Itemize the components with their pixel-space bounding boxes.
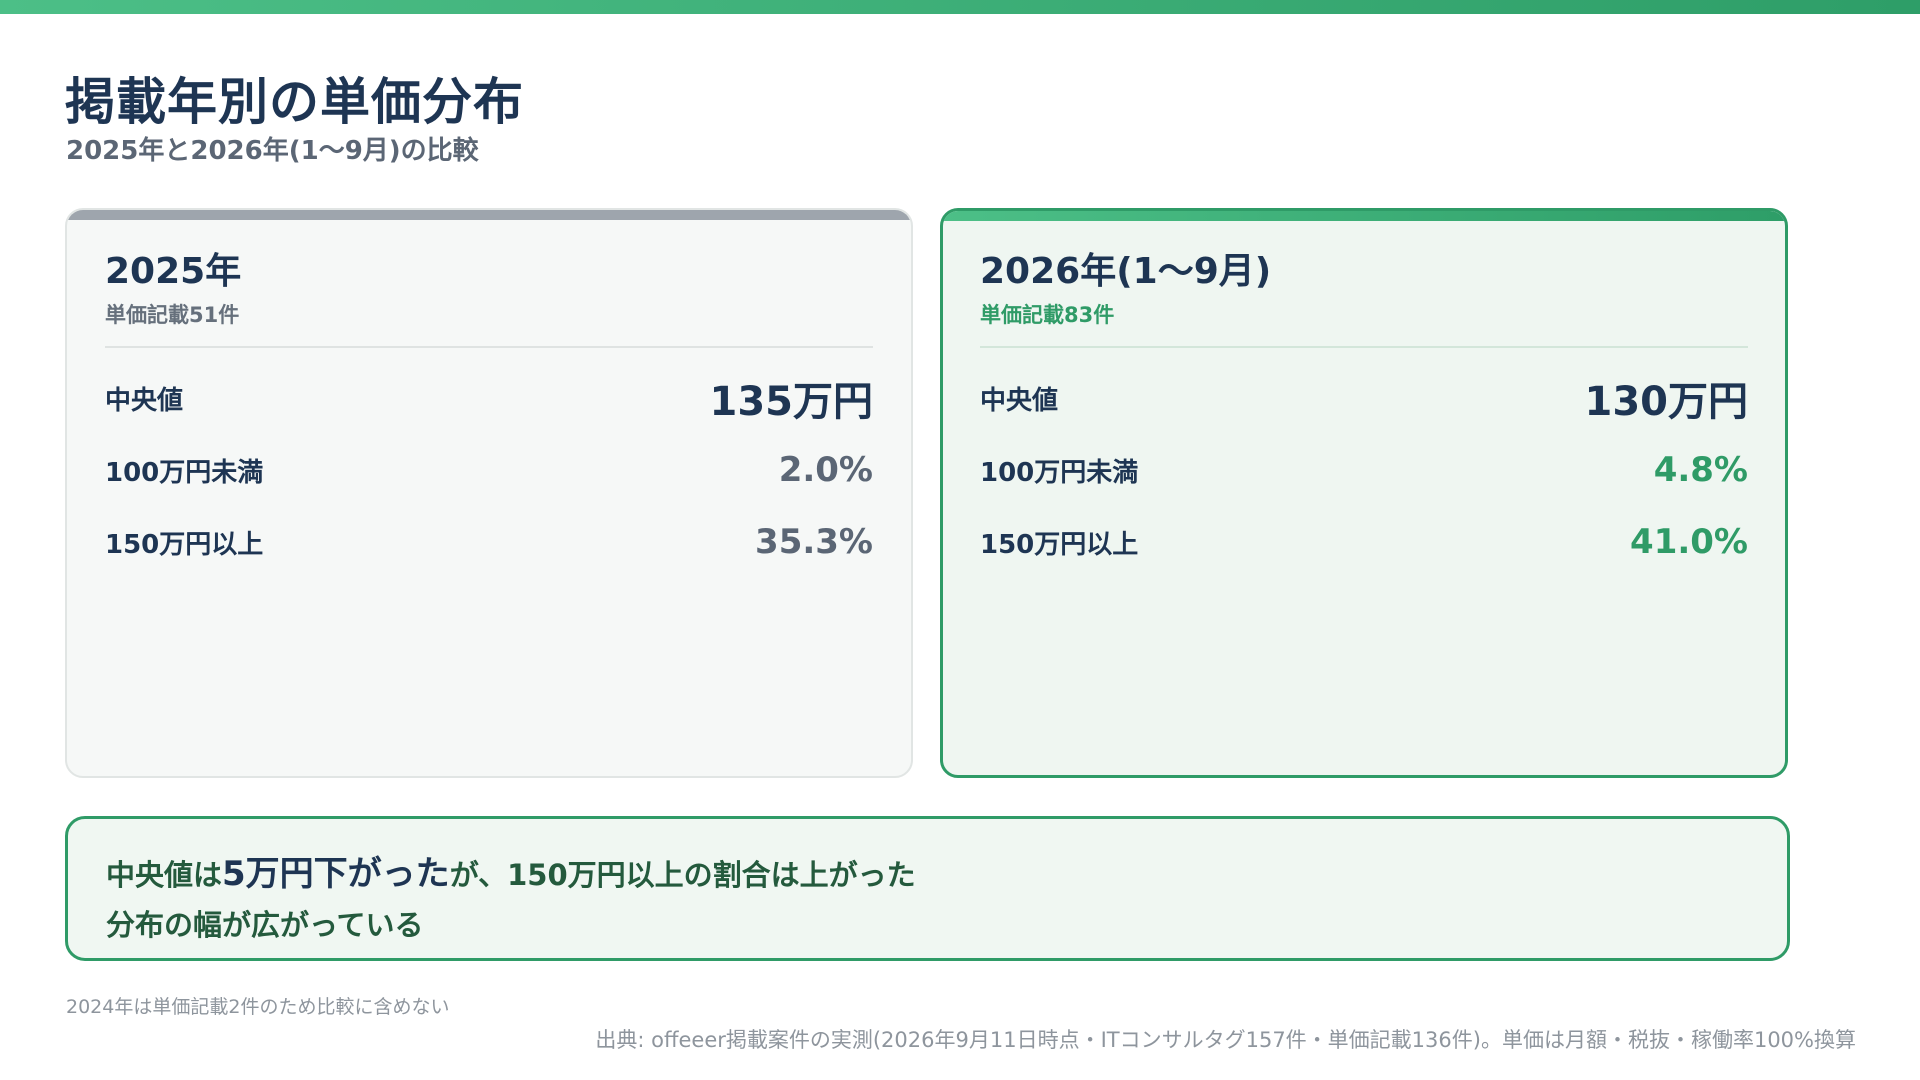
stat-value: 35.3%	[755, 522, 873, 562]
stat-row-under-100: 100万円未満 2.0%	[105, 434, 873, 506]
stat-row-over-150: 150万円以上 41.0%	[980, 506, 1748, 578]
card-count-label: 単価記載51件	[105, 303, 240, 327]
card-count-label: 単価記載83件	[980, 303, 1115, 327]
insight-box: 中央値は5万円下がったが、150万円以上の割合は上がった 分布の幅が広がっている	[65, 816, 1790, 961]
card-divider	[980, 346, 1748, 348]
stat-row-over-150: 150万円以上 35.3%	[105, 506, 873, 578]
insight-line-2: 分布の幅が広がっている	[106, 908, 424, 942]
card-accent-bar	[67, 210, 911, 220]
stat-label: 中央値	[980, 385, 1059, 416]
top-accent-bar	[0, 0, 1920, 14]
source-note: 出典: offeeer掲載案件の実測(2026年9月11日時点・ITコンサルタグ…	[595, 1028, 1856, 1052]
stat-row-median: 中央値 130万円	[980, 362, 1748, 434]
insight-line-1: 中央値は5万円下がったが、150万円以上の割合は上がった	[106, 849, 1749, 900]
stat-label: 150万円以上	[980, 529, 1139, 560]
card-divider	[105, 346, 873, 348]
card-accent-bar	[943, 211, 1785, 221]
stat-label: 中央値	[105, 385, 184, 416]
page-subtitle: 2025年と2026年(1〜9月)の比較	[66, 136, 479, 166]
stat-row-under-100: 100万円未満 4.8%	[980, 434, 1748, 506]
insight-emphasis: 5万円下がった	[222, 854, 450, 894]
stat-value: 135万円	[709, 379, 874, 425]
stat-label: 150万円以上	[105, 529, 264, 560]
footnote: 2024年は単価記載2件のため比較に含めない	[66, 996, 450, 1018]
card-2025: 2025年 単価記載51件 中央値 135万円 100万円未満 2.0% 150…	[65, 208, 913, 778]
insight-suffix: が、150万円以上の割合は上がった	[449, 858, 916, 892]
stat-value: 41.0%	[1630, 522, 1748, 562]
stat-label: 100万円未満	[980, 457, 1139, 488]
stat-row-median: 中央値 135万円	[105, 362, 873, 434]
card-year-label: 2025年	[105, 251, 242, 292]
page-title: 掲載年別の単価分布	[65, 73, 524, 131]
insight-prefix: 中央値は	[106, 858, 223, 892]
stat-value: 4.8%	[1653, 450, 1748, 490]
stat-label: 100万円未満	[105, 457, 264, 488]
card-year-label: 2026年(1〜9月)	[980, 251, 1272, 292]
card-2026: 2026年(1〜9月) 単価記載83件 中央値 130万円 100万円未満 4.…	[940, 208, 1788, 778]
stat-value: 2.0%	[778, 450, 873, 490]
stat-value: 130万円	[1584, 379, 1749, 425]
